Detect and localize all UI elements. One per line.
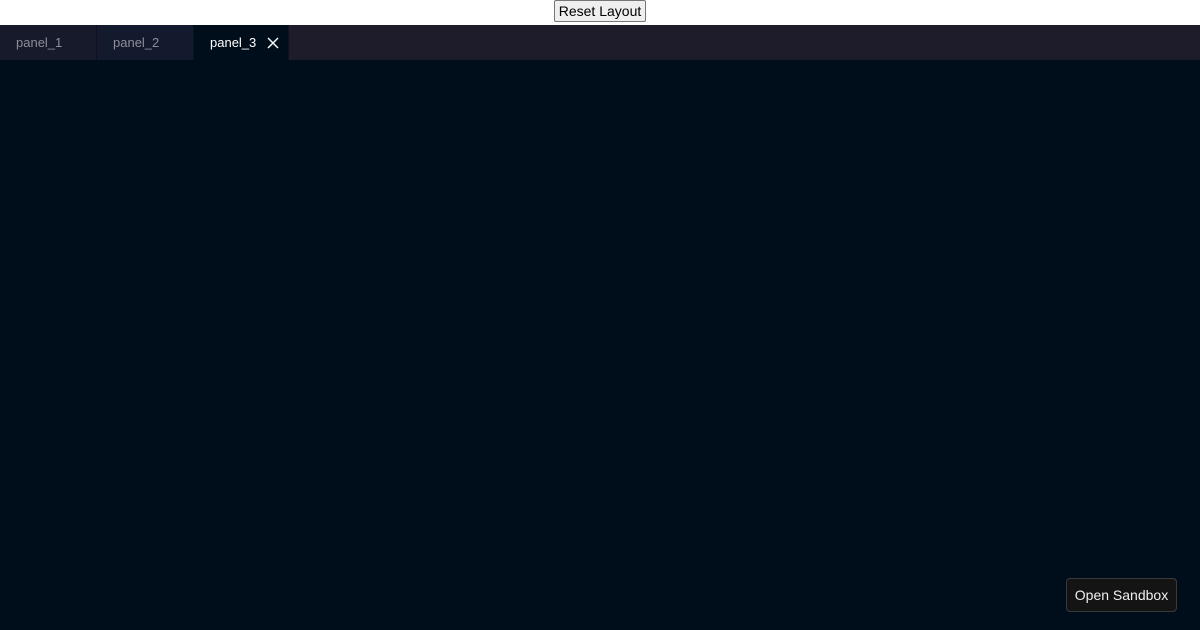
tab-label: panel_2 bbox=[113, 35, 160, 50]
panel-content bbox=[0, 60, 1200, 630]
reset-layout-button[interactable]: Reset Layout bbox=[554, 0, 646, 22]
tab-panel-3[interactable]: panel_3 bbox=[194, 25, 289, 60]
tab-bar: panel_1 panel_2 panel_3 bbox=[0, 25, 1200, 60]
close-icon[interactable] bbox=[266, 36, 280, 50]
tab-panel-2[interactable]: panel_2 bbox=[97, 25, 194, 60]
tab-label: panel_3 bbox=[210, 35, 257, 50]
open-sandbox-button[interactable]: Open Sandbox bbox=[1066, 578, 1177, 612]
tab-panel-1[interactable]: panel_1 bbox=[0, 25, 97, 60]
top-toolbar: Reset Layout bbox=[0, 0, 1200, 25]
tab-label: panel_1 bbox=[16, 35, 63, 50]
